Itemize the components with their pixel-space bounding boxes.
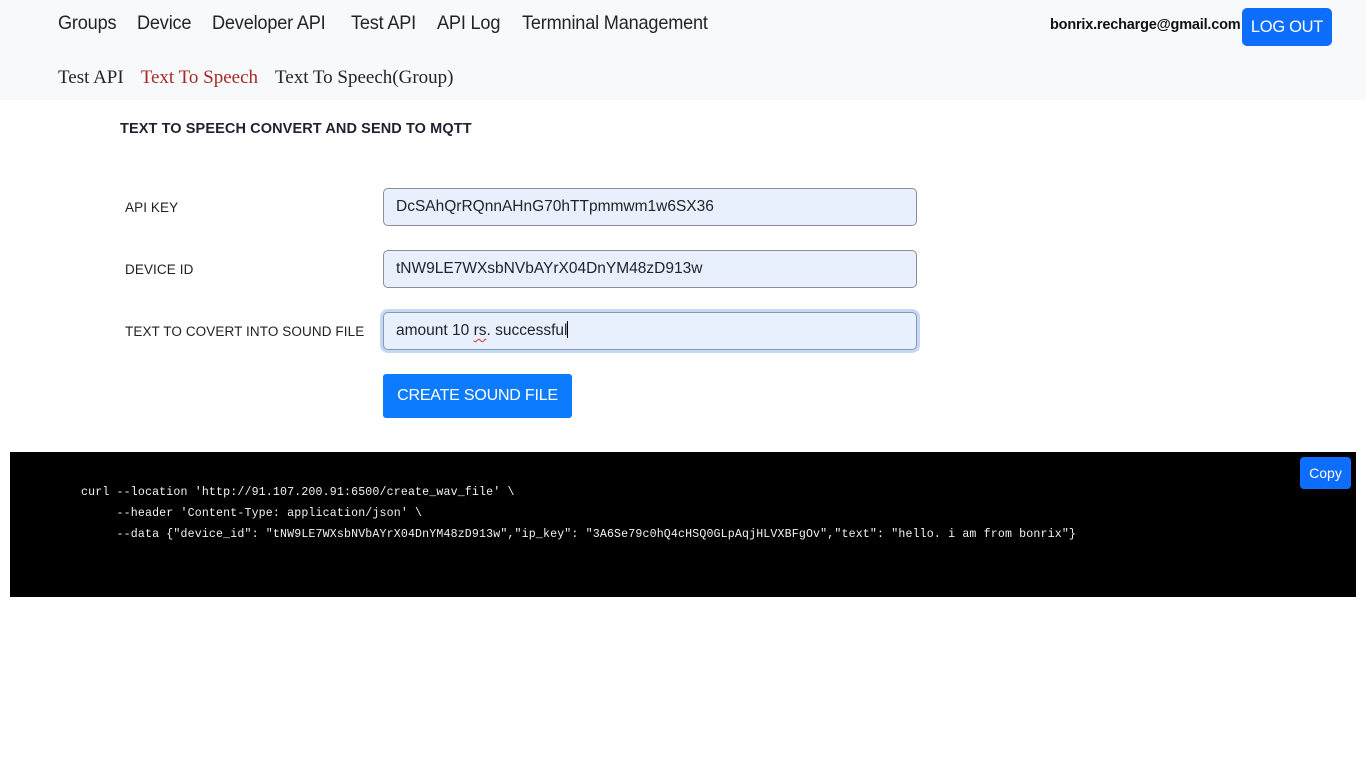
create-sound-file-button[interactable]: CREATE SOUND FILE [383, 374, 572, 418]
text-input-misspelled-word: rs [473, 322, 487, 339]
nav-terminal-management[interactable]: Termninal Management [522, 11, 708, 35]
sub-nav: Test API Text To Speech Text To Speech(G… [58, 66, 471, 90]
page-title: TEXT TO SPEECH CONVERT AND SEND TO MQTT [120, 121, 472, 137]
subnav-test-api[interactable]: Test API [58, 66, 124, 90]
top-navbar: Groups Device Developer API Test API API… [0, 0, 1366, 100]
text-cursor [567, 321, 569, 338]
subnav-text-to-speech-group[interactable]: Text To Speech(Group) [275, 66, 454, 90]
subnav-text-to-speech[interactable]: Text To Speech [141, 66, 258, 90]
code-line: --header 'Content-Type: application/json… [81, 507, 423, 520]
logout-button[interactable]: LOG OUT [1242, 8, 1332, 46]
main-nav: Groups Device Developer API Test API API… [58, 11, 738, 35]
text-to-convert-input[interactable]: amount 10 rs. successful [383, 312, 917, 350]
device-id-label: DEVICE ID [125, 262, 194, 277]
code-line: --data {"device_id": "tNW9LE7WXsbNVbAYrX… [81, 528, 1077, 541]
curl-code-block: curl --location 'http://91.107.200.91:65… [10, 452, 1356, 597]
text-input-value-before: amount 10 [396, 322, 474, 339]
code-line: curl --location 'http://91.107.200.91:65… [81, 486, 515, 499]
api-key-input[interactable] [383, 188, 917, 226]
copy-button[interactable]: Copy [1300, 457, 1351, 489]
device-id-input[interactable] [383, 250, 917, 288]
text-to-convert-label: TEXT TO COVERT INTO SOUND FILE [125, 324, 365, 339]
nav-api-log[interactable]: API Log [437, 11, 500, 35]
nav-groups[interactable]: Groups [58, 11, 117, 35]
nav-test-api[interactable]: Test API [351, 11, 416, 35]
nav-device[interactable]: Device [137, 11, 192, 35]
nav-developer-api[interactable]: Developer API [212, 11, 326, 35]
user-email: bonrix.recharge@gmail.com [1050, 17, 1241, 33]
text-input-value-after: . successful [486, 322, 568, 339]
api-key-label: API KEY [125, 200, 179, 215]
